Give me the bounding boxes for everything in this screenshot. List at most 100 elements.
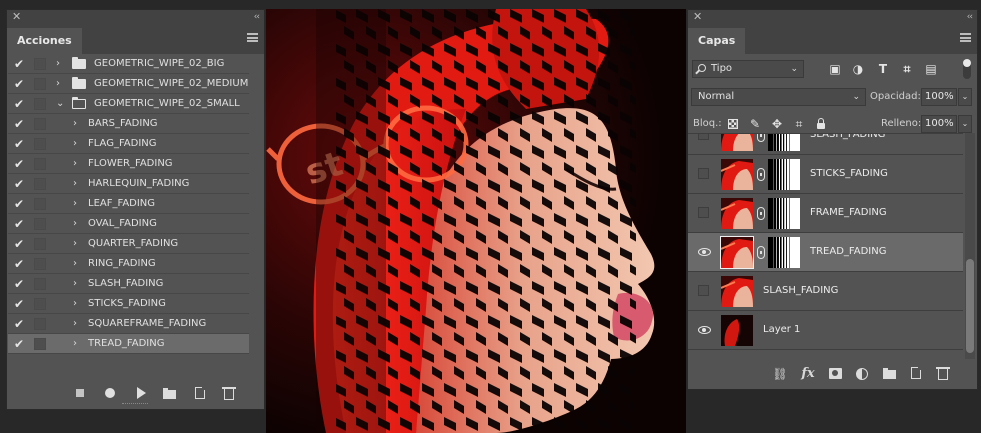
dialog-toggle[interactable] [34,338,46,350]
opacity-field[interactable]: 100% [921,88,957,106]
chevron-right-icon[interactable]: › [73,297,77,311]
dialog-toggle[interactable] [34,258,46,270]
play-icon[interactable] [134,386,148,400]
collapse-panel-icon[interactable]: ‹‹ [254,10,260,24]
action-row[interactable]: ✔ › RING_FADING [8,254,249,274]
dialog-toggle[interactable] [34,118,46,130]
chevron-right-icon[interactable]: › [73,157,77,171]
filter-toggle[interactable] [963,59,971,79]
chevron-right-icon[interactable]: › [73,237,77,251]
dialog-toggle[interactable] [34,158,46,170]
action-row[interactable]: ✔ › LEAF_FADING [8,194,249,214]
action-row[interactable]: ✔ › BARS_FADING [8,114,249,134]
dialog-toggle[interactable] [34,238,46,250]
checkmark-icon[interactable]: ✔ [12,116,26,132]
visibility-toggle[interactable] [698,168,710,180]
action-row[interactable]: ✔ › OVAL_FADING [8,214,249,234]
layer-mask-thumbnail[interactable] [768,159,800,190]
chevron-down-icon[interactable]: ⌄ [56,97,64,111]
layer-row[interactable]: STICKS_FADING [688,155,963,194]
layer-thumbnail[interactable] [721,198,753,229]
fx-icon[interactable]: fx [800,366,816,382]
close-icon[interactable]: ✕ [12,10,21,24]
action-set-row[interactable]: ✔ › GEOMETRIC_WIPE_02_MEDIUM [8,74,249,94]
action-row[interactable]: ✔ › HARLEQUIN_FADING [8,174,249,194]
actions-scrollbar[interactable] [250,54,264,354]
opacity-dropdown-icon[interactable]: ⌄ [958,88,972,106]
scrollbar-thumb[interactable] [966,259,974,353]
layer-thumbnail[interactable] [721,315,753,346]
dialog-toggle[interactable] [34,178,46,190]
lock-all-icon[interactable] [814,117,828,131]
adjustment-layer-icon[interactable] [854,366,870,382]
checkmark-icon[interactable]: ✔ [12,56,26,72]
chain-link-icon[interactable] [757,168,765,181]
chevron-right-icon[interactable]: › [73,197,77,211]
lock-position-icon[interactable]: ✥ [770,117,784,131]
chain-link-icon[interactable] [757,246,765,259]
layer-name[interactable]: FRAME_FADING [810,206,887,220]
layers-scrollbar[interactable] [965,133,975,359]
visibility-toggle[interactable] [698,207,710,219]
action-row[interactable]: ✔ › STICKS_FADING [8,294,249,314]
action-row[interactable]: ✔ › TREAD_FADING [8,334,249,354]
layer-name[interactable]: STICKS_FADING [810,167,888,181]
dialog-toggle[interactable] [34,318,46,330]
chevron-right-icon[interactable]: › [73,317,77,331]
layer-name[interactable]: SLASH_FADING [763,284,838,298]
fill-field[interactable]: 100% [921,115,957,133]
layer-thumbnail[interactable] [721,276,753,307]
layer-name[interactable]: Layer 1 [763,323,800,337]
dialog-toggle[interactable] [34,218,46,230]
lock-image-pixels-icon[interactable]: ✎ [748,117,762,131]
eye-icon[interactable] [698,246,711,258]
dialog-toggle[interactable] [34,98,46,110]
checkmark-icon[interactable]: ✔ [12,276,26,292]
tab-layers[interactable]: Capas [688,28,746,54]
chevron-right-icon[interactable]: › [73,277,77,291]
fill-dropdown-icon[interactable]: ⌄ [958,115,972,133]
stop-icon[interactable] [73,386,87,400]
visibility-toggle[interactable] [698,285,710,297]
shape-filter-icon[interactable]: ⌗ [900,62,914,76]
dialog-toggle[interactable] [34,138,46,150]
layer-row[interactable]: TREAD_FADING [688,233,963,272]
checkmark-icon[interactable]: ✔ [12,96,26,112]
checkmark-icon[interactable]: ✔ [12,256,26,272]
eye-icon[interactable] [698,324,711,336]
action-row[interactable]: ✔ › QUARTER_FADING [8,234,249,254]
type-filter-icon[interactable]: T [876,62,890,76]
layer-mask-thumbnail[interactable] [768,198,800,229]
chevron-right-icon[interactable]: › [73,177,77,191]
checkmark-icon[interactable]: ✔ [12,136,26,152]
new-action-icon[interactable] [193,386,207,400]
chain-link-icon[interactable] [757,134,765,142]
layer-row[interactable]: Layer 1 [688,311,963,350]
action-row[interactable]: ✔ › FLAG_FADING [8,134,249,154]
new-group-icon[interactable] [881,366,897,382]
checkmark-icon[interactable]: ✔ [12,76,26,92]
lock-transparency-icon[interactable] [726,117,740,131]
new-set-folder-icon[interactable] [162,386,176,400]
smart-object-filter-icon[interactable]: ▤ [924,62,938,76]
layer-mask-thumbnail[interactable] [768,237,800,268]
action-row[interactable]: ✔ › FLOWER_FADING [8,154,249,174]
action-row[interactable]: ✔ › SQUAREFRAME_FADING [8,314,249,334]
chevron-right-icon[interactable]: › [56,77,60,91]
dialog-toggle[interactable] [34,198,46,210]
image-filter-icon[interactable]: ▣ [828,62,842,76]
collapse-panel-icon[interactable]: ‹‹ [967,10,973,24]
chevron-right-icon[interactable]: › [73,257,77,271]
checkmark-icon[interactable]: ✔ [12,176,26,192]
action-set-row[interactable]: ✔ › GEOMETRIC_WIPE_02_BIG [8,54,249,74]
layer-mask-thumbnail[interactable] [768,134,800,151]
chain-link-icon[interactable] [757,207,765,220]
chevron-right-icon[interactable]: › [73,217,77,231]
dialog-toggle[interactable] [34,78,46,90]
blend-mode-select[interactable]: Normal ⌄ [691,88,866,106]
chevron-right-icon[interactable]: › [73,117,77,131]
trash-icon[interactable] [935,366,951,382]
layer-thumbnail[interactable] [721,134,753,151]
dialog-toggle[interactable] [34,298,46,310]
adjustment-filter-icon[interactable]: ◑ [851,62,865,76]
